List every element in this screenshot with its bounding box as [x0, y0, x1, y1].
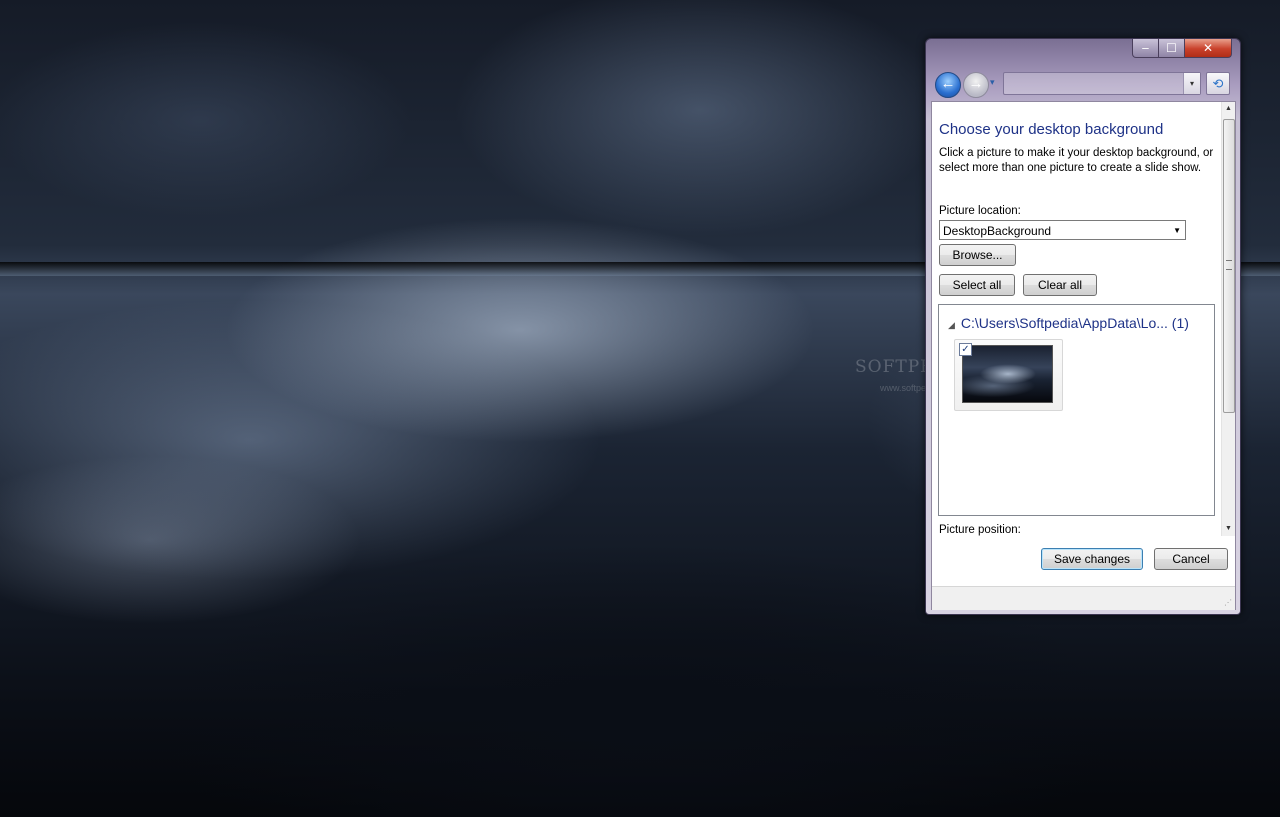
collapse-arrow-icon[interactable]: ◢ — [948, 320, 955, 331]
picture-group-header[interactable]: ◢ C:\Users\Softpedia\AppData\Lo... (1) — [948, 315, 1189, 331]
footer: Save changes Cancel ⋰ — [932, 537, 1235, 610]
save-changes-button[interactable]: Save changes — [1041, 548, 1143, 570]
resize-grip-icon[interactable]: ⋰ — [1224, 598, 1232, 607]
status-bar: ⋰ — [932, 586, 1235, 610]
picture-location-value: DesktopBackground — [943, 224, 1052, 238]
back-arrow-icon[interactable]: ← — [935, 72, 961, 98]
scroll-down-icon[interactable]: ▼ — [1222, 522, 1235, 536]
refresh-icon[interactable]: ⟲ — [1206, 72, 1230, 95]
picture-thumbnail[interactable] — [962, 345, 1053, 403]
scrollbar-thumb[interactable] — [1223, 119, 1235, 413]
minimize-button[interactable]: ‒ — [1132, 39, 1159, 58]
dropdown-arrow-icon: ▼ — [1173, 226, 1181, 235]
content-pane: Choose your desktop background Click a p… — [932, 102, 1219, 536]
picture-location-label: Picture location: — [939, 205, 1021, 217]
close-button[interactable]: ✕ — [1184, 39, 1232, 58]
picture-checkbox[interactable]: ✓ — [959, 343, 972, 356]
picture-location-select[interactable]: DesktopBackground ▼ — [939, 220, 1186, 240]
scroll-up-icon[interactable]: ▲ — [1222, 102, 1235, 116]
page-title: Choose your desktop background — [939, 121, 1164, 138]
maximize-button[interactable]: ☐ — [1158, 39, 1185, 58]
picture-list[interactable]: ◢ C:\Users\Softpedia\AppData\Lo... (1) ✓ — [938, 304, 1215, 516]
intro-text: Click a picture to make it your desktop … — [939, 147, 1214, 174]
picture-tile[interactable]: ✓ — [954, 339, 1063, 411]
clear-all-button[interactable]: Clear all — [1023, 274, 1097, 296]
scrollbar-grip-icon — [1226, 260, 1232, 270]
desktop-background-window: ‒ ☐ ✕ ← → ▾ ▾ ⟲ Choose your desktop back… — [925, 38, 1241, 615]
cancel-button[interactable]: Cancel — [1154, 548, 1228, 570]
recent-pages-dropdown-icon[interactable]: ▾ — [990, 77, 995, 88]
vertical-scrollbar[interactable]: ▲ ▼ — [1221, 102, 1235, 536]
address-dropdown-icon[interactable]: ▾ — [1183, 73, 1200, 94]
browse-button[interactable]: Browse... — [939, 244, 1016, 266]
picture-position-label: Picture position: — [939, 524, 1021, 536]
address-bar[interactable]: ▾ — [1003, 72, 1201, 95]
control-panel-client: Choose your desktop background Click a p… — [931, 101, 1236, 610]
forward-arrow-icon[interactable]: → — [963, 72, 989, 98]
select-all-button[interactable]: Select all — [939, 274, 1015, 296]
picture-group-path: C:\Users\Softpedia\AppData\Lo... (1) — [960, 315, 1189, 331]
